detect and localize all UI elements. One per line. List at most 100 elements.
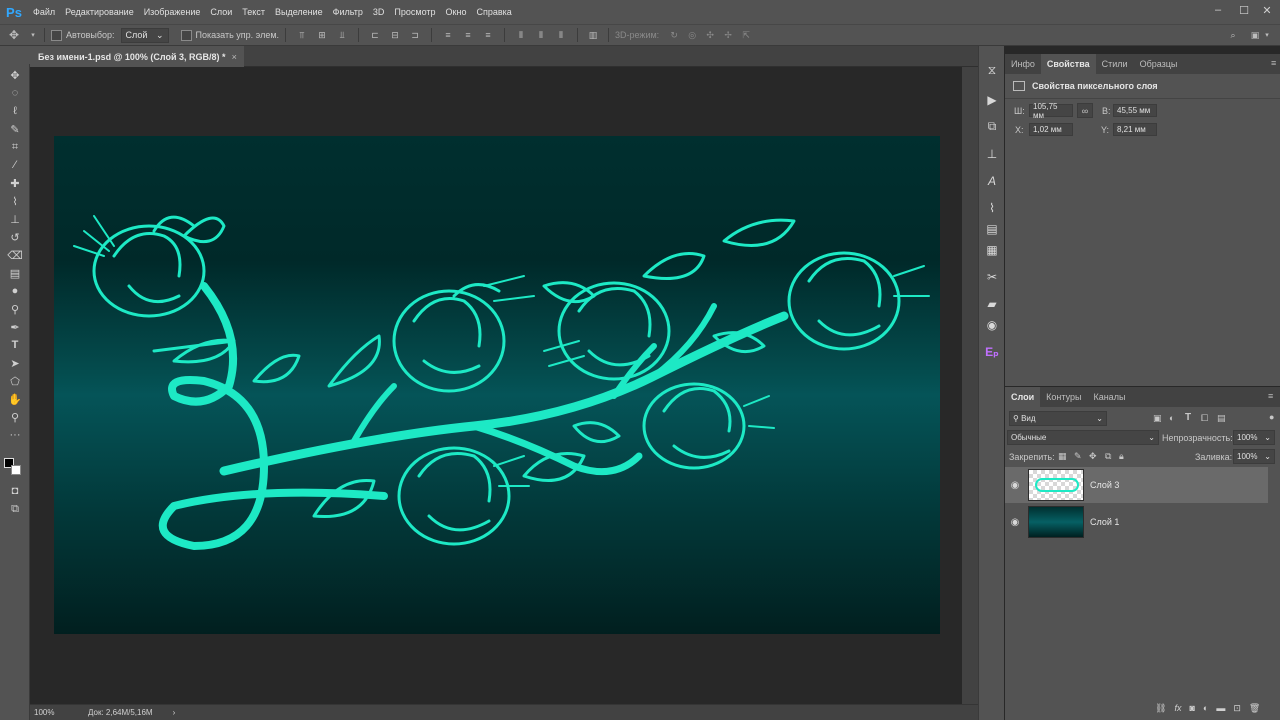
layer-filter-select[interactable]: ⚲ Вид ⌄ <box>1009 411 1107 426</box>
clone-stamp-tool-icon[interactable]: ⊥ <box>0 210 30 228</box>
scale-3d-icon[interactable]: ⇱ <box>737 30 755 41</box>
filter-toggle-icon[interactable]: ● <box>1269 412 1274 422</box>
menu-select[interactable]: Выделение <box>270 0 328 24</box>
crop-tool-icon[interactable]: ⌗ <box>0 138 30 156</box>
height-field[interactable]: 45,55 мм <box>1113 104 1157 117</box>
new-adjustment-icon[interactable]: ◐ <box>1203 703 1208 714</box>
y-field[interactable]: 8,21 мм <box>1113 123 1157 136</box>
clone-source-icon[interactable]: ▤ <box>979 218 1005 239</box>
align-top-icon[interactable]: ⫪ <box>292 30 312 41</box>
document-canvas[interactable] <box>54 136 940 634</box>
history-panel-icon[interactable]: ⧖ <box>979 60 1005 81</box>
new-layer-icon[interactable]: ⊡ <box>1233 703 1241 714</box>
layer-name[interactable]: Слой 3 <box>1090 480 1119 490</box>
marquee-tool-icon[interactable]: ◌ <box>0 84 30 102</box>
tab-swatches[interactable]: Образцы <box>1134 54 1184 74</box>
move-tool-icon[interactable]: ✥ <box>0 66 30 84</box>
pen-tool-icon[interactable]: ✒ <box>0 318 30 336</box>
actions-panel-icon[interactable]: ▶ <box>979 89 1005 110</box>
distribute-bottom-icon[interactable]: ≡ <box>478 30 498 40</box>
tool-presets-icon[interactable]: ✂ <box>979 266 1005 287</box>
more-tools-icon[interactable]: ··· <box>0 426 30 444</box>
menu-3d[interactable]: 3D <box>368 0 390 24</box>
add-mask-icon[interactable]: ◙ <box>1189 703 1194 714</box>
lock-artboard-icon[interactable]: ⧉ <box>1105 451 1111 462</box>
search-icon[interactable]: ⌕ <box>1226 28 1240 42</box>
filter-smart-icon[interactable]: ▤ <box>1217 413 1226 424</box>
type-tool-icon[interactable]: T <box>0 336 30 354</box>
x-field[interactable]: 1,02 мм <box>1029 123 1073 136</box>
layer-name[interactable]: Слой 1 <box>1090 517 1119 527</box>
align-left-icon[interactable]: ⊏ <box>365 30 385 41</box>
lasso-tool-icon[interactable]: ℓ <box>0 102 30 120</box>
blend-mode-select[interactable]: Обычные ⌄ <box>1007 430 1159 445</box>
dodge-tool-icon[interactable]: ⚲ <box>0 300 30 318</box>
workspace-chevron-icon[interactable]: ▾ <box>1262 28 1272 42</box>
distribute-right-icon[interactable]: ⦀ <box>551 30 571 41</box>
layer-row-layer1[interactable]: ◉ Слой 1 <box>1005 504 1268 540</box>
path-select-tool-icon[interactable]: ➤ <box>0 354 30 372</box>
screen-mode-icon[interactable]: ⧉ <box>0 500 30 518</box>
brush-panel-icon[interactable]: ⌇ <box>979 197 1005 218</box>
zoom-tool-icon[interactable]: ⚲ <box>0 408 30 426</box>
opacity-field[interactable]: 100% ⌄ <box>1233 430 1275 445</box>
menu-window[interactable]: Окно <box>441 0 472 24</box>
autoselect-checkbox[interactable] <box>51 29 62 41</box>
distribute-left-icon[interactable]: ⦀ <box>511 30 531 41</box>
blur-tool-icon[interactable]: ● <box>0 282 30 300</box>
link-proportions-icon[interactable]: ∞ <box>1077 103 1093 118</box>
distribute-top-icon[interactable]: ≡ <box>438 30 458 40</box>
visibility-eye-icon[interactable]: ◉ <box>1005 480 1025 491</box>
extension-ep-icon[interactable]: Eₚ <box>979 341 1005 362</box>
glyphs-panel-icon[interactable]: ⊥ <box>979 143 1005 164</box>
width-field[interactable]: 105,75 мм <box>1029 102 1073 120</box>
adjustments-panel-icon[interactable]: ◉ <box>979 314 1005 335</box>
zoom-level[interactable]: 100% <box>34 708 74 717</box>
menu-file[interactable]: Файл <box>28 0 60 24</box>
pan-3d-icon[interactable]: ✣ <box>701 30 719 41</box>
menu-help[interactable]: Справка <box>471 0 516 24</box>
preset-dropdown-icon[interactable]: ▾ <box>28 31 38 39</box>
eyedropper-tool-icon[interactable]: ⁄ <box>0 156 30 174</box>
lock-pixels-icon[interactable]: ✎ <box>1074 451 1082 462</box>
panel-menu-icon[interactable]: ≡ <box>1271 58 1276 68</box>
align-vcenter-icon[interactable]: ⊞ <box>312 30 332 41</box>
delete-layer-icon[interactable]: 🗑︎ <box>1249 703 1260 714</box>
autoselect-select[interactable]: Слой ⌄ <box>120 27 169 43</box>
quick-mask-icon[interactable]: ◘ <box>0 482 30 500</box>
close-window-button[interactable]: ✕ <box>1254 0 1280 20</box>
distribute-hcenter-icon[interactable]: ⦀ <box>531 30 551 41</box>
orbit-3d-icon[interactable]: ↻ <box>665 30 683 41</box>
document-tab[interactable]: Без имени-1.psd @ 100% (Слой 3, RGB/8) *… <box>30 46 244 67</box>
visibility-eye-icon[interactable]: ◉ <box>1005 517 1025 528</box>
roll-3d-icon[interactable]: ◎ <box>683 30 701 41</box>
notes-panel-icon[interactable]: ▦ <box>979 239 1005 260</box>
close-tab-icon[interactable]: × <box>232 52 237 62</box>
tab-info[interactable]: Инфо <box>1005 54 1041 74</box>
libraries-panel-icon[interactable]: ▰ <box>979 293 1005 314</box>
tab-channels[interactable]: Каналы <box>1087 387 1131 407</box>
lock-transparency-icon[interactable]: ▦ <box>1058 451 1067 462</box>
align-bottom-icon[interactable]: ⫫ <box>332 30 352 41</box>
status-menu-arrow[interactable]: › <box>173 708 176 717</box>
layer-row-layer3[interactable]: ◉ Слой 3 <box>1005 467 1268 503</box>
hand-tool-icon[interactable]: ✋ <box>0 390 30 408</box>
shape-tool-icon[interactable]: ⬠ <box>0 372 30 390</box>
gradient-tool-icon[interactable]: ▤ <box>0 264 30 282</box>
tab-paths[interactable]: Контуры <box>1040 387 1087 407</box>
filter-type-icon[interactable]: T <box>1185 412 1191 423</box>
tab-styles[interactable]: Стили <box>1096 54 1134 74</box>
character-panel-icon[interactable]: A <box>979 170 1005 191</box>
slide-3d-icon[interactable]: ✢ <box>719 30 737 41</box>
brush-tool-icon[interactable]: ⌇ <box>0 192 30 210</box>
lock-position-icon[interactable]: ✥ <box>1089 451 1097 462</box>
auto-align-icon[interactable]: ▥ <box>584 30 602 41</box>
align-hcenter-icon[interactable]: ⊟ <box>385 30 405 41</box>
menu-view[interactable]: Просмотр <box>389 0 440 24</box>
align-right-icon[interactable]: ⊐ <box>405 30 425 41</box>
vertical-scroll-area[interactable] <box>962 67 978 704</box>
menu-image[interactable]: Изображение <box>139 0 206 24</box>
fill-field[interactable]: 100% ⌄ <box>1233 449 1275 464</box>
add-style-button[interactable]: fx <box>1174 703 1181 714</box>
filter-pixel-icon[interactable]: ▣ <box>1153 413 1162 424</box>
